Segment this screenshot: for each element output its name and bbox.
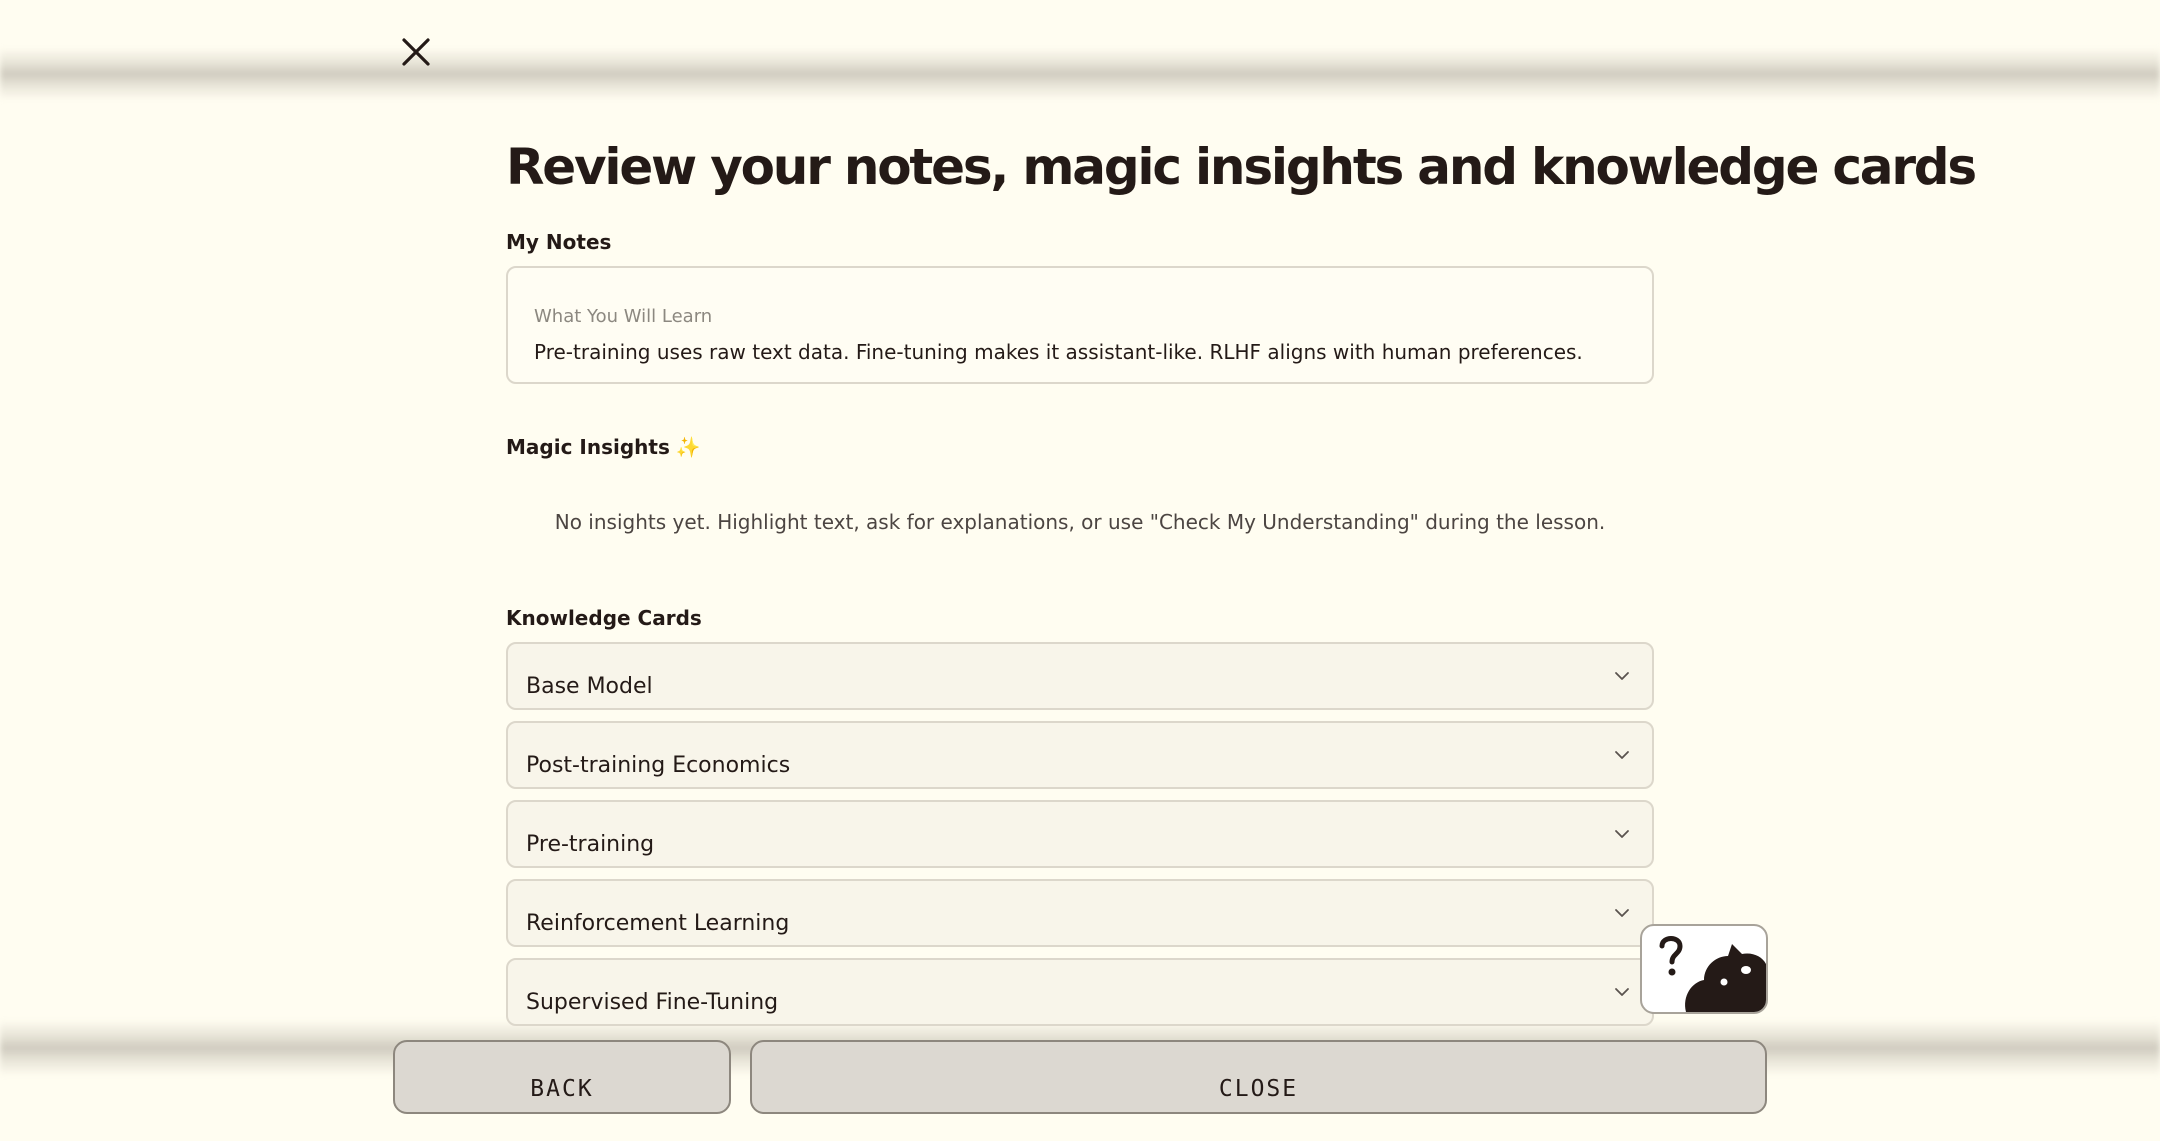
page-title: Review your notes, magic insights and kn… [506, 138, 1977, 196]
close-icon[interactable] [396, 32, 436, 72]
knowledge-card-reinforcement-learning[interactable]: Reinforcement Learning [506, 879, 1654, 947]
top-shadow-band [0, 48, 2160, 100]
chevron-down-icon [1612, 982, 1632, 1002]
close-button-label: CLOSE [1218, 1076, 1299, 1102]
knowledge-card-title: Supervised Fine-Tuning [526, 990, 779, 1015]
knowledge-card-title: Reinforcement Learning [526, 911, 790, 936]
sparkles-icon: ✨ [675, 435, 701, 459]
review-page: Review your notes, magic insights and kn… [0, 0, 2160, 1141]
notes-text: Pre-training uses raw text data. Fine-tu… [534, 340, 1583, 364]
knowledge-card-title: Base Model [526, 674, 653, 699]
notes-heading: What You Will Learn [534, 306, 713, 327]
knowledge-card-title: Pre-training [526, 832, 655, 857]
knowledge-card-pre-training[interactable]: Pre-training [506, 800, 1654, 868]
chevron-down-icon [1612, 745, 1632, 765]
chevron-down-icon [1612, 824, 1632, 844]
knowledge-card-supervised-fine-tuning[interactable]: Supervised Fine-Tuning [506, 958, 1654, 1026]
my-notes-label: My Notes [506, 230, 612, 254]
chevron-down-icon [1612, 666, 1632, 686]
knowledge-cards-label: Knowledge Cards [506, 606, 702, 630]
knowledge-card-title: Post-training Economics [526, 753, 791, 778]
chevron-down-icon [1612, 903, 1632, 923]
magic-insights-label: Magic Insights [506, 435, 670, 459]
mascot-question-icon[interactable] [1640, 924, 1768, 1014]
insights-empty-message: No insights yet. Highlight text, ask for… [554, 510, 1606, 534]
close-button[interactable]: CLOSE [750, 1040, 1767, 1114]
back-button-label: BACK [530, 1076, 594, 1102]
magic-insights-header: Magic Insights ✨ [506, 435, 701, 459]
knowledge-card-base-model[interactable]: Base Model [506, 642, 1654, 710]
notes-box[interactable]: What You Will Learn Pre-training uses ra… [506, 266, 1654, 384]
knowledge-card-post-training-economics[interactable]: Post-training Economics [506, 721, 1654, 789]
back-button[interactable]: BACK [393, 1040, 731, 1114]
